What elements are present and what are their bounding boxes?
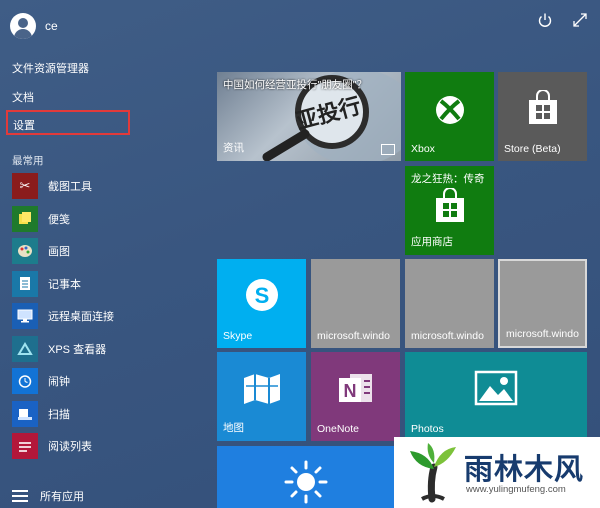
all-apps-button[interactable]: 所有应用 [12, 488, 84, 504]
reading-list-icon [12, 433, 38, 460]
snipping-tool-icon: ✂ [12, 173, 38, 200]
watermark-title: 雨林木风 [464, 452, 585, 486]
news-tile-label: 资讯 [223, 142, 244, 154]
photos-tile-label: Photos [411, 423, 444, 435]
store-promo-tile-label: 应用商店 [411, 236, 453, 248]
store-bag-icon [528, 90, 557, 124]
app-item-sticky-notes[interactable]: 便笺 [12, 203, 202, 236]
app-item-xps-viewer[interactable]: XPS 查看器 [12, 333, 202, 366]
onenote-tile[interactable]: N OneNote [311, 352, 400, 441]
most-used-heading: 最常用 [12, 155, 44, 167]
app-item-notepad[interactable]: 记事本 [12, 268, 202, 301]
xps-viewer-icon [12, 335, 38, 362]
sun-icon [284, 460, 328, 504]
microsoft-windows-tile-3[interactable]: microsoft.windo [498, 259, 587, 348]
photos-tile[interactable]: Photos [405, 352, 587, 441]
app-item-reading-list[interactable]: 阅读列表 [12, 430, 202, 463]
tree-logo-icon [410, 443, 456, 503]
xbox-tile[interactable]: Xbox [405, 72, 494, 161]
app-item-label: XPS 查看器 [48, 343, 107, 356]
microsoft-windows-tile-label: microsoft.windo [411, 330, 484, 342]
app-item-label: 记事本 [48, 278, 81, 291]
news-tile[interactable]: 中国如何经营亚投行"朋友圈"？ 亚投行 资讯 [217, 72, 401, 161]
store-promo-title: 龙之狂热：传奇 [411, 173, 485, 185]
remote-desktop-icon [12, 303, 38, 330]
app-item-paint[interactable]: 画图 [12, 235, 202, 268]
store-bag-icon [435, 188, 464, 222]
notepad-icon [12, 270, 38, 297]
skype-tile[interactable]: S Skype [217, 259, 306, 348]
photos-icon [474, 370, 518, 406]
app-item-label: 画图 [48, 246, 70, 259]
xbox-icon [435, 96, 464, 124]
app-item-label: 便笺 [48, 213, 70, 226]
news-badge-icon [381, 144, 395, 155]
all-apps-label: 所有应用 [40, 491, 84, 503]
store-promo-tile[interactable]: 龙之狂热：传奇 应用商店 [405, 166, 494, 255]
expand-icon[interactable] [570, 10, 590, 30]
skype-icon: S [245, 279, 278, 311]
xbox-tile-label: Xbox [411, 143, 435, 155]
microsoft-windows-tile-2[interactable]: microsoft.windo [405, 259, 494, 348]
most-used-list: ✂ 截图工具 便笺 画图 记事本 远程桌面连接 XPS 查看器 闹钟 扫描 阅读… [12, 170, 202, 463]
svg-text:S: S [254, 283, 269, 308]
app-item-label: 闹钟 [48, 376, 70, 389]
all-apps-icon [12, 490, 28, 502]
file-explorer-link[interactable]: 文件资源管理器 [12, 60, 89, 76]
app-item-label: 远程桌面连接 [48, 311, 114, 324]
weather-tile[interactable] [217, 446, 395, 508]
user-account[interactable]: ce [10, 12, 58, 40]
user-avatar-icon [10, 13, 36, 39]
onenote-tile-label: OneNote [317, 423, 360, 435]
alarm-icon [12, 368, 38, 395]
microsoft-windows-tile-label: microsoft.windo [506, 328, 579, 340]
svg-text:N: N [343, 381, 356, 401]
skype-tile-label: Skype [223, 330, 253, 342]
watermark-logo: 雨林木风 www.yulingmufeng.com [394, 437, 600, 508]
settings-link[interactable]: 设置 [6, 110, 130, 135]
onenote-icon: N [338, 374, 372, 402]
microsoft-windows-tile-1[interactable]: microsoft.windo [311, 259, 400, 348]
scan-icon [12, 400, 38, 427]
power-icon[interactable] [535, 10, 555, 30]
store-beta-tile[interactable]: Store (Beta) [498, 72, 587, 161]
map-icon [243, 374, 280, 404]
watermark-url: www.yulingmufeng.com [466, 484, 566, 495]
microsoft-windows-tile-label: microsoft.windo [317, 330, 390, 342]
app-item-scan[interactable]: 扫描 [12, 398, 202, 431]
maps-tile-label: 地图 [223, 422, 244, 434]
store-beta-tile-label: Store (Beta) [504, 143, 561, 155]
app-item-alarm[interactable]: 闹钟 [12, 365, 202, 398]
app-item-remote-desktop[interactable]: 远程桌面连接 [12, 300, 202, 333]
app-item-snipping-tool[interactable]: ✂ 截图工具 [12, 170, 202, 203]
app-item-label: 截图工具 [48, 181, 92, 194]
settings-link-label: 设置 [13, 120, 35, 132]
app-item-label: 阅读列表 [48, 441, 92, 454]
maps-tile[interactable]: 地图 [217, 352, 306, 441]
user-name: ce [45, 19, 58, 33]
paint-icon [12, 238, 38, 265]
sticky-notes-icon [12, 205, 38, 232]
documents-link[interactable]: 文档 [12, 89, 34, 105]
app-item-label: 扫描 [48, 408, 70, 421]
